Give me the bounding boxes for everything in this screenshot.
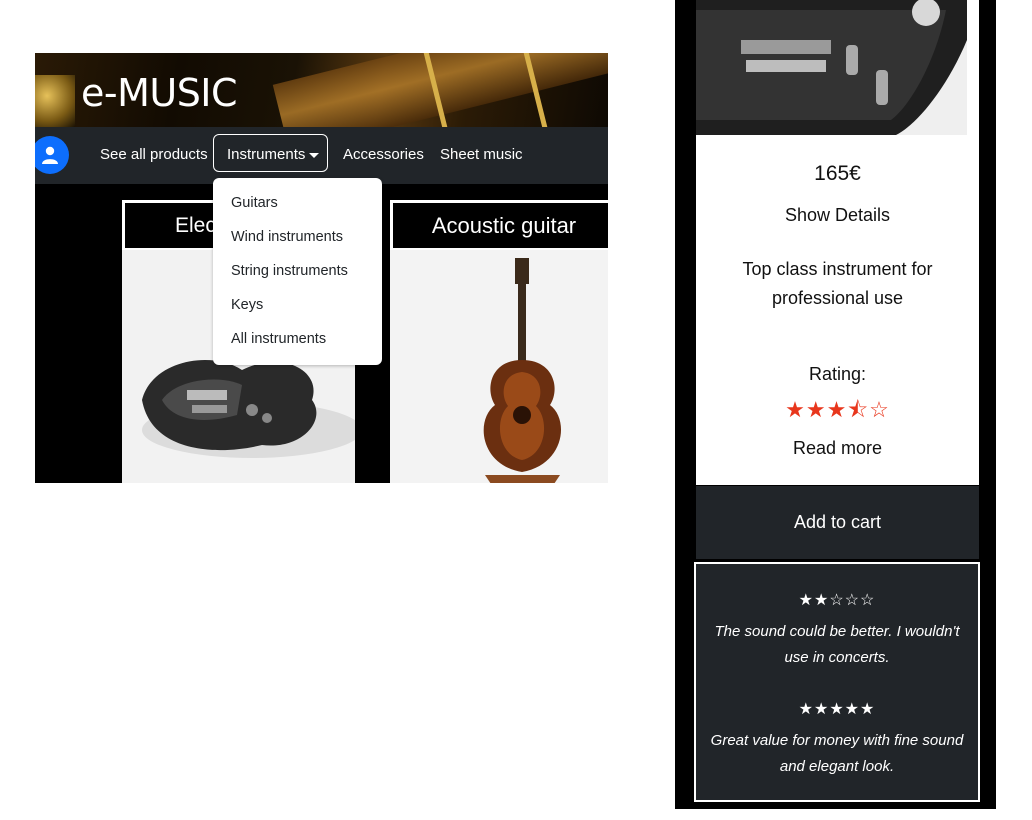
nav-accessories[interactable]: Accessories [343,146,424,163]
header-banner: e-MUSIC [35,53,608,127]
review-text: The sound could be better. I wouldn't us… [714,623,960,666]
product-price: 165€ [814,162,861,185]
nav-sheet-music[interactable]: Sheet music [440,146,523,163]
dropdown-item-guitars[interactable]: Guitars [231,195,278,211]
nav-instruments-label: Instruments [227,146,306,163]
navbar: See all products Instruments Accessories… [35,127,608,184]
product-card-acoustic[interactable]: Acoustic guitar [390,200,608,483]
dropdown-item-all-instruments[interactable]: All instruments [231,331,326,347]
rating-label: Rating: [808,364,867,384]
product-description: Top class instrument for professional us… [742,259,933,308]
nav-instruments-dropdown[interactable]: Instruments [213,134,328,172]
acoustic-guitar-image [390,250,608,483]
caret-down-icon [309,153,319,158]
tuning-peg-image [35,75,75,127]
dropdown-item-string-instruments[interactable]: String instruments [231,263,348,279]
review-stars: ★★☆☆☆ [798,592,876,609]
card-title: Acoustic guitar [393,203,608,248]
product-image [696,0,967,135]
add-to-cart-button[interactable]: Add to cart [696,486,979,559]
instruments-dropdown-menu: Guitars Wind instruments String instrume… [213,178,382,365]
dropdown-item-keys[interactable]: Keys [231,297,263,313]
review-stars: ★★★★★ [798,701,876,718]
rating-stars: ★★★⯪☆ [785,397,890,422]
user-avatar[interactable] [35,136,69,174]
reviews-panel: ★★☆☆☆ The sound could be better. I would… [694,562,980,802]
left-screenshot: e-MUSIC See all products Instruments Acc… [35,53,608,483]
read-more-link[interactable]: Read more [696,438,979,459]
dropdown-item-wind-instruments[interactable]: Wind instruments [231,229,343,245]
nav-see-all-products[interactable]: See all products [100,146,208,163]
site-logo[interactable]: e-MUSIC [81,71,238,115]
review-text: Great value for money with fine sound an… [710,732,964,775]
user-icon [42,146,58,164]
show-details-link[interactable]: Show Details [696,205,979,226]
